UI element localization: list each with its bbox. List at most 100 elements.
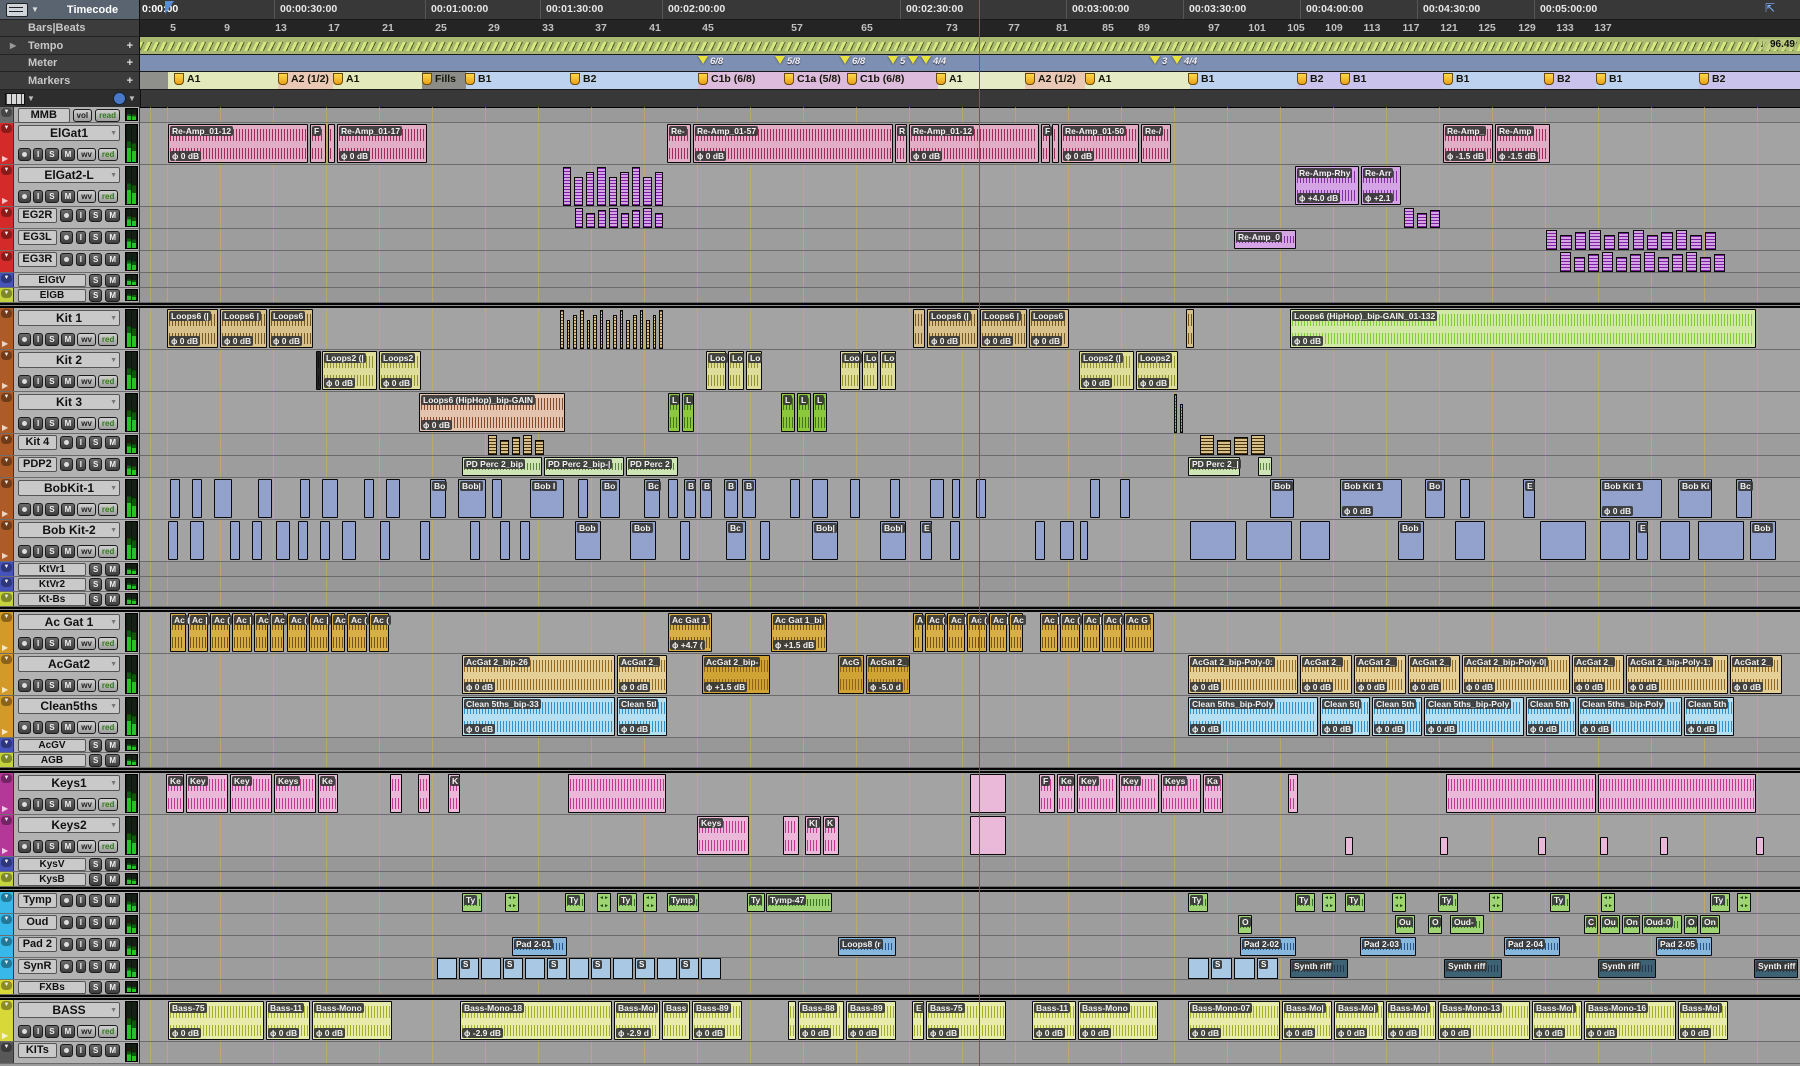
record-enable-button[interactable] <box>60 938 73 951</box>
clip[interactable] <box>316 351 321 390</box>
add-meter-button[interactable]: + <box>127 57 133 69</box>
track-color-tab[interactable]: ▼ <box>0 958 14 979</box>
clip-gain-badge[interactable]: ϕ 0 dB <box>1302 682 1333 692</box>
clip-stripe[interactable] <box>621 213 629 228</box>
track-lane[interactable] <box>140 207 1800 229</box>
clip[interactable] <box>890 479 900 518</box>
clip[interactable] <box>760 521 770 560</box>
clip-gain-badge[interactable]: ϕ 0 dB <box>1190 724 1221 734</box>
clip-stripe[interactable] <box>655 213 663 228</box>
clip-gain-badge[interactable]: ϕ 0 dB <box>1356 682 1387 692</box>
track-lane[interactable]: Clean 5ths_bip-33ϕ 0 dBClean 5tlϕ 0 dBCl… <box>140 696 1800 738</box>
clip[interactable]: Bc <box>644 479 660 518</box>
clip[interactable]: Re-Amp_01-17ϕ 0 dB <box>337 124 427 163</box>
clip-gain-badge[interactable]: ϕ 0 dB <box>1138 378 1169 388</box>
clip[interactable]: Loops2 (|ϕ 0 dB <box>322 351 377 390</box>
track-name[interactable]: Oud <box>18 915 57 930</box>
volume-view-button[interactable]: vol <box>73 109 93 122</box>
clip[interactable]: Lo <box>862 351 878 390</box>
marker[interactable]: B1 <box>1443 73 1469 85</box>
meter-event[interactable]: 5/8 <box>775 56 800 67</box>
clip[interactable]: Bass-75ϕ 0 dB <box>926 1001 1006 1040</box>
clip[interactable]: AcGat 2_bip-Poly-0|ϕ 0 dB <box>1462 655 1570 694</box>
meter-event[interactable]: 3 <box>1150 56 1167 67</box>
clip[interactable]: Re-Amp_01-57ϕ 0 dB <box>693 124 893 163</box>
clip[interactable] <box>976 479 986 518</box>
clip[interactable] <box>970 774 1006 813</box>
solo-button[interactable]: S <box>89 873 102 886</box>
clip-stripe[interactable] <box>488 435 497 455</box>
clip[interactable]: Ty <box>1550 893 1570 912</box>
collapse-icon[interactable]: ▼ <box>1 873 12 882</box>
mute-button[interactable]: M <box>61 840 76 853</box>
clip-gain-badge[interactable]: ϕ 0 dB <box>1464 682 1495 692</box>
clip-gain-badge[interactable]: ϕ 0 dB <box>1580 724 1611 734</box>
clip[interactable]: Bass-Mono-16ϕ 0 dB <box>1584 1001 1676 1040</box>
clip-stripe[interactable] <box>620 172 628 206</box>
clip[interactable]: Ac | <box>1082 613 1100 652</box>
track-color-tab[interactable]: ▼ <box>0 251 14 272</box>
marker[interactable]: B1 <box>465 73 491 85</box>
input-monitor-button[interactable]: I <box>33 637 43 650</box>
track-name-menu-icon[interactable]: ▼ <box>110 169 117 183</box>
playlist-arrow-icon[interactable]: ▶ <box>2 1031 8 1040</box>
mute-button[interactable]: M <box>105 209 120 222</box>
collapse-icon[interactable]: ▼ <box>1 959 12 968</box>
clip[interactable]: Bass-Mo|ϕ 0 dB <box>1386 1001 1436 1040</box>
clip[interactable]: Lo <box>880 351 896 390</box>
step-clip[interactable]: S <box>1257 958 1278 979</box>
automation-mode-button[interactable]: red <box>98 417 118 430</box>
solo-button[interactable]: S <box>89 209 102 222</box>
ruler-menu-icon[interactable] <box>6 3 28 17</box>
track-lane[interactable] <box>140 288 1800 303</box>
clip[interactable]: AcGat 2_ϕ 0 dB <box>617 655 667 694</box>
clip[interactable]: Ou <box>1395 915 1415 934</box>
marker[interactable]: A1 <box>174 73 200 85</box>
solo-button[interactable]: S <box>89 1044 102 1057</box>
mute-button[interactable]: M <box>61 545 76 558</box>
track-color-tab[interactable]: ▼▶ <box>0 308 14 349</box>
clip-stripe[interactable] <box>563 167 571 206</box>
clip[interactable]: Ac ( <box>1060 613 1080 652</box>
track-name-menu-icon[interactable]: ▼ <box>110 658 117 672</box>
clip[interactable]: Loops6 |ϕ 0 dB <box>220 309 267 348</box>
input-monitor-button[interactable]: I <box>33 503 43 516</box>
clip[interactable] <box>390 774 402 813</box>
track-name[interactable]: ElGat2-L▼ <box>18 167 120 183</box>
mute-button[interactable]: M <box>105 739 120 752</box>
clip[interactable]: L <box>682 393 694 432</box>
clip[interactable]: Bob <box>1398 521 1424 560</box>
clip[interactable]: Loops6ϕ 0 dB <box>269 309 313 348</box>
clip-stripe[interactable] <box>1417 213 1427 228</box>
mute-button[interactable]: M <box>61 148 76 161</box>
clip[interactable]: Ac Gat 1ϕ +4.7 ( <box>668 613 712 652</box>
clip-stripe[interactable] <box>632 210 640 228</box>
clip-gain-badge[interactable]: ϕ 0 dB <box>1031 336 1062 346</box>
clip[interactable]: ◄►◄► <box>505 893 519 912</box>
track-lane[interactable]: Loops2 (|ϕ 0 dBLoops2ϕ 0 dBLooLoLoLooLoL… <box>140 350 1800 392</box>
clip-gain-badge[interactable]: ϕ +1.5 dB <box>704 682 747 692</box>
step-clip[interactable] <box>1188 958 1209 979</box>
clip[interactable]: Ac Gat 1_biϕ +1.5 dB <box>771 613 827 652</box>
marker[interactable]: A1 <box>936 73 962 85</box>
track-lane[interactable] <box>140 1042 1800 1064</box>
markers-ruler-label[interactable]: Markers + <box>0 72 140 90</box>
record-enable-button[interactable] <box>60 916 73 929</box>
clip[interactable]: Loops6 (HipHop)_bip-GAINϕ 0 dB <box>419 393 565 432</box>
clip[interactable]: Clean 5ths_bip-Polyϕ 0 dB <box>1578 697 1682 736</box>
solo-button[interactable]: S <box>89 916 102 929</box>
clip-gain-badge[interactable]: ϕ +4.7 ( <box>670 640 705 650</box>
track-color-tab[interactable]: ▼▶ <box>0 350 14 391</box>
clip-stripe[interactable] <box>1604 235 1615 250</box>
clip-stripe[interactable] <box>587 320 591 349</box>
mute-button[interactable]: M <box>105 1044 120 1057</box>
waveform-view-button[interactable]: wv <box>77 417 96 430</box>
clip[interactable]: Oud-0 <box>1642 915 1682 934</box>
clip[interactable] <box>1345 837 1353 855</box>
clip-stripe[interactable] <box>632 167 640 206</box>
clip-gain-badge[interactable]: ϕ 0 dB <box>1284 1028 1315 1038</box>
clip-gain-badge[interactable]: ϕ 0 dB <box>1034 1028 1065 1038</box>
clip[interactable]: F <box>1041 124 1050 163</box>
clip[interactable]: ◄►◄► <box>643 893 657 912</box>
clip[interactable]: AcGat 2_bip-Poly-1:ϕ 0 dB <box>1626 655 1728 694</box>
